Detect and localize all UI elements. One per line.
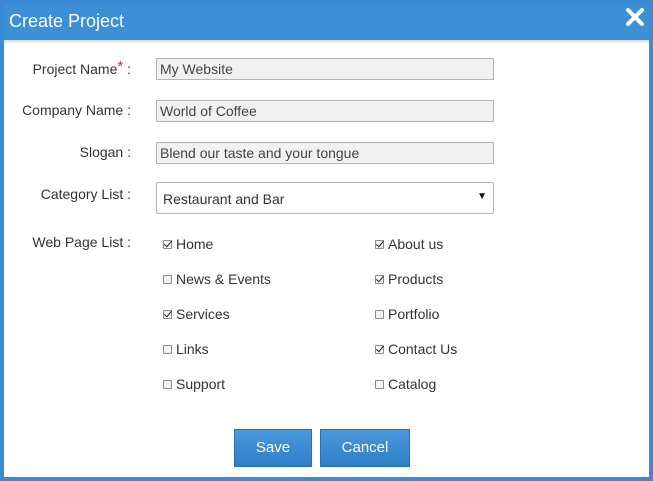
checkbox-box[interactable] xyxy=(375,344,384,354)
checkbox-links[interactable]: Links xyxy=(163,339,209,359)
checkbox-box[interactable] xyxy=(375,239,384,249)
checkbox-box[interactable] xyxy=(375,379,384,389)
project-name-input[interactable] xyxy=(156,58,494,80)
checkbox-contact-us[interactable]: Contact Us xyxy=(375,339,457,359)
checkbox-box[interactable] xyxy=(375,309,384,319)
slogan-label: Slogan : xyxy=(79,144,131,160)
checkbox-box[interactable] xyxy=(375,274,384,284)
project-name-label: Project Name* : xyxy=(1,58,131,78)
close-icon[interactable] xyxy=(623,5,647,29)
checkbox-portfolio[interactable]: Portfolio xyxy=(375,304,439,324)
dropdown-arrow-icon: ▼ xyxy=(477,191,487,202)
checkbox-news-events[interactable]: News & Events xyxy=(163,269,271,289)
checkbox-box[interactable] xyxy=(163,239,172,249)
slogan-input[interactable] xyxy=(156,142,494,164)
checkbox-box[interactable] xyxy=(163,309,172,319)
web-page-list-label: Web Page List : xyxy=(32,234,131,250)
checkbox-label: Contact Us xyxy=(388,341,458,357)
checkbox-label: Links xyxy=(176,341,209,357)
checkbox-label: Catalog xyxy=(388,376,437,392)
category-select[interactable]: Restaurant and Bar ▼ xyxy=(156,182,494,214)
checkbox-label: Home xyxy=(176,236,214,252)
checkbox-about-us[interactable]: About us xyxy=(375,234,443,254)
dialog-title: Create Project xyxy=(9,11,125,31)
checkbox-services[interactable]: Services xyxy=(163,304,230,324)
required-mark: * xyxy=(117,58,124,75)
checkbox-support[interactable]: Support xyxy=(163,374,225,394)
checkbox-box[interactable] xyxy=(163,274,172,284)
checkbox-label: News & Events xyxy=(176,271,271,287)
title-bar-shadow xyxy=(4,40,649,44)
checkbox-box[interactable] xyxy=(163,344,172,354)
save-button[interactable]: Save xyxy=(234,429,312,467)
checkbox-box[interactable] xyxy=(163,379,172,389)
project-name-label-text: Project Name xyxy=(32,61,118,77)
checkbox-home[interactable]: Home xyxy=(163,234,213,254)
cancel-button[interactable]: Cancel xyxy=(320,429,410,467)
create-project-dialog: Create Project Project Name* : Company N… xyxy=(0,0,653,481)
category-list-label: Category List : xyxy=(40,186,131,202)
project-name-label-suffix: : xyxy=(123,61,131,77)
title-bar: Create Project xyxy=(4,4,649,41)
checkbox-label: Services xyxy=(176,306,230,322)
checkbox-label: Products xyxy=(388,271,444,287)
checkbox-catalog[interactable]: Catalog xyxy=(375,374,436,394)
company-name-input[interactable] xyxy=(156,100,494,122)
company-name-label: Company Name : xyxy=(22,102,131,118)
checkbox-products[interactable]: Products xyxy=(375,269,443,289)
checkbox-label: Support xyxy=(176,376,226,392)
checkbox-label: About us xyxy=(388,236,444,252)
category-selected-value: Restaurant and Bar xyxy=(163,191,285,207)
checkbox-label: Portfolio xyxy=(388,306,440,322)
